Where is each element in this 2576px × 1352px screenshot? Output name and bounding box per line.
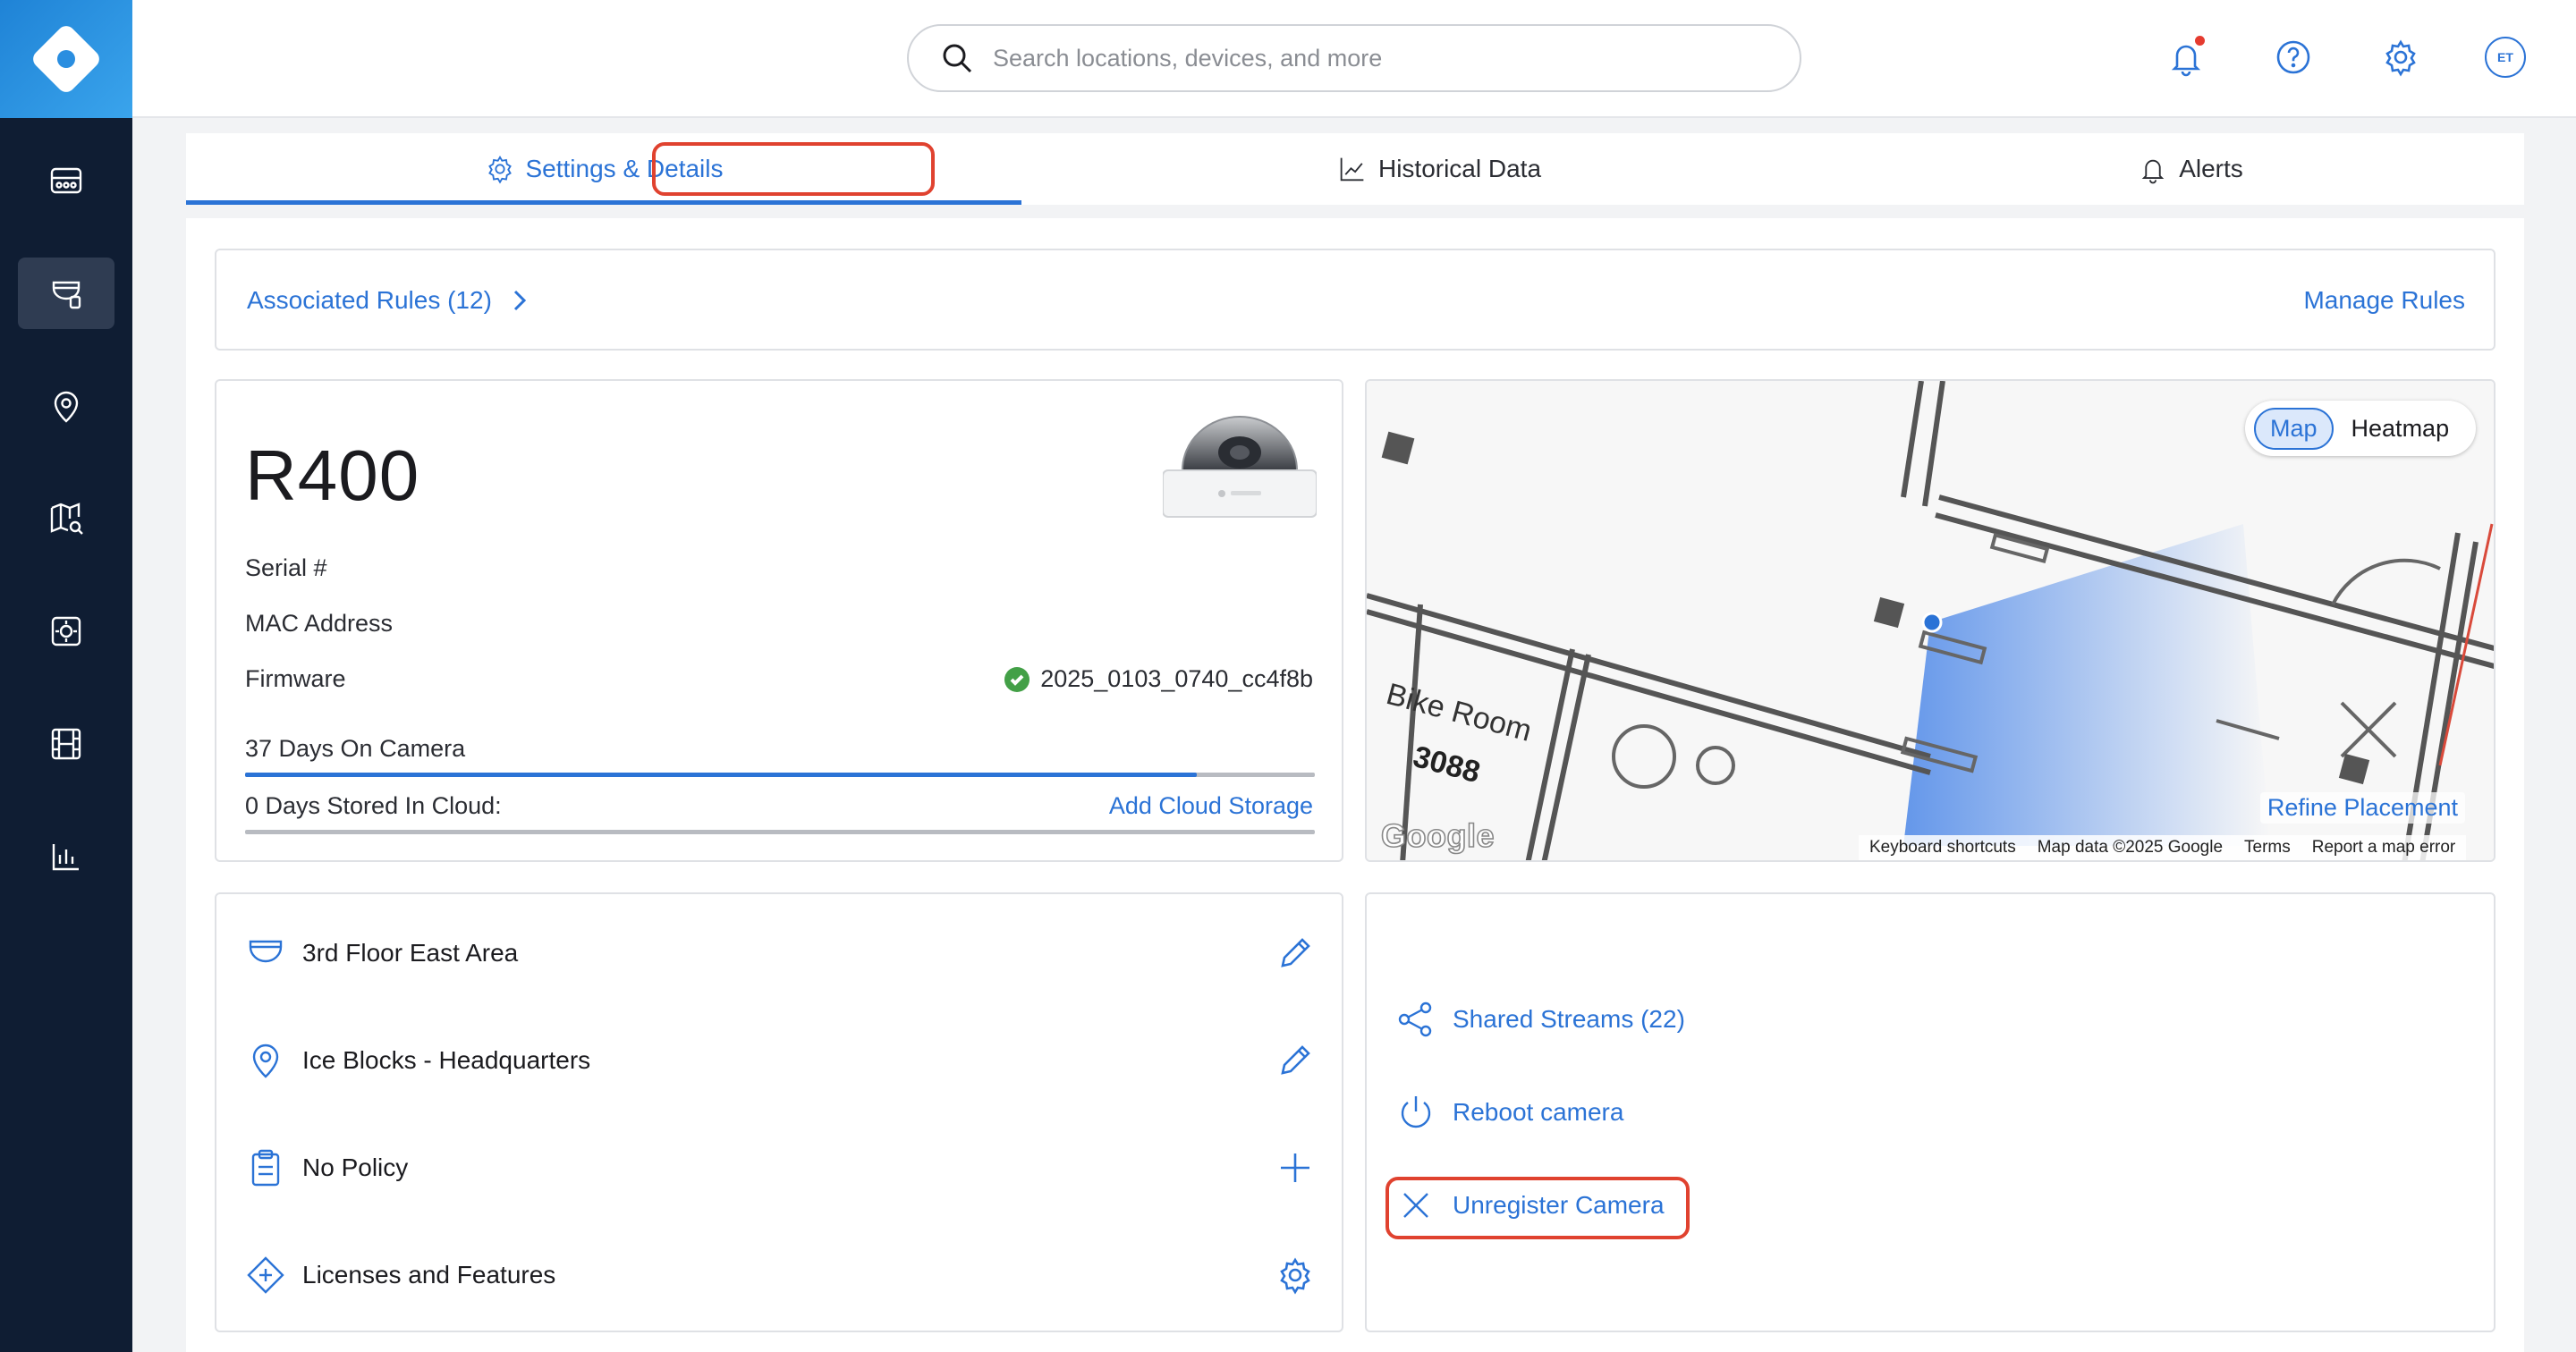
bar-chart-icon [52,844,79,871]
tab-historical-data[interactable]: Historical Data [1021,133,1857,205]
camera-icon [249,940,283,963]
device-info-card: R400 Serial # MAC Address Firmware 2025_… [215,379,1343,862]
rules-card: Associated Rules (12) Manage Rules [215,249,2496,351]
camera-image [1163,416,1317,518]
check-icon [1004,666,1030,692]
serial-label: Serial # [245,554,327,581]
power-icon [1401,1096,1431,1128]
sidebar-item-cameras[interactable] [18,258,114,329]
actions-card: Shared Streams (22) Reboot camera Unregi… [1365,892,2496,1332]
cloud-days-progress [245,830,1315,834]
line-chart-icon [1340,157,1364,182]
gear-icon [487,156,512,184]
days-on-camera-label: 37 Days On Camera [245,735,466,762]
avatar: ET [2485,37,2526,78]
location-pin-icon [252,1044,279,1078]
terms-link[interactable]: Terms [2244,838,2291,858]
firmware-value: 2025_0103_0740_cc4f8b [1004,665,1313,693]
policy-row: No Policy [245,1141,1315,1195]
days-on-camera-progress [245,773,1315,777]
reboot-camera-link[interactable]: Reboot camera [1395,1086,1623,1139]
search-icon [943,44,972,73]
main-panel: Associated Rules (12) Manage Rules R400 … [186,218,2524,1352]
clipboard-icon [251,1149,280,1187]
app-logo[interactable] [0,0,132,118]
active-tab-indicator [186,200,1021,205]
map-view-toggle: Map Heatmap [2245,401,2476,456]
search-bar[interactable] [907,24,1801,92]
heatmap-option[interactable]: Heatmap [2337,410,2464,448]
settings-button[interactable] [2377,34,2424,80]
firmware-version: 2025_0103_0740_cc4f8b [1040,665,1313,692]
notifications-button[interactable] [2163,34,2209,80]
sensor-icon [51,616,81,646]
map-search-icon [50,503,83,535]
location-pin-icon [54,391,79,423]
shared-streams-link[interactable]: Shared Streams (22) [1395,993,1685,1046]
licenses-row: Licenses and Features [245,1248,1315,1302]
cloud-days-label: 0 Days Stored In Cloud: [245,792,502,819]
top-header: ET [132,0,2576,118]
dashboard-icon [50,167,82,194]
sidebar-item-footage[interactable] [18,708,114,780]
sidebar-item-dashboard[interactable] [18,145,114,216]
logo-diamond-icon [29,21,104,97]
sidebar-item-locations[interactable] [18,370,114,442]
sidebar-item-analytics[interactable] [18,821,114,892]
associated-rules-label: Associated Rules (12) [247,286,492,314]
device-model: R400 [245,435,420,515]
mac-address-label: MAC Address [245,610,394,637]
site-name: Ice Blocks - Headquarters [302,1046,591,1074]
associated-rules-link[interactable]: Associated Rules (12) [247,286,533,315]
help-icon [2276,40,2310,74]
map-data-label: Map data ©2025 Google [2037,838,2224,857]
camera-icon [52,281,81,309]
refine-placement-link[interactable]: Refine Placement [2259,792,2465,824]
tab-label: Alerts [2179,155,2243,182]
keyboard-shortcuts-link[interactable]: Keyboard shortcuts [1869,838,2016,858]
area-name: 3rd Floor East Area [302,939,519,967]
floorplan-map[interactable]: Bike Room 3088 Map Heatmap Refine Placem… [1365,379,2496,862]
notification-dot [2195,36,2205,46]
tab-label: Historical Data [1377,155,1542,182]
site-row: Ice Blocks - Headquarters [245,1034,1315,1087]
edit-pencil-icon[interactable] [1275,1041,1315,1080]
firmware-label: Firmware [245,665,346,692]
user-avatar-button[interactable]: ET [2482,34,2529,80]
reboot-camera-label: Reboot camera [1453,1098,1624,1126]
gear-icon [2385,39,2416,77]
tab-highlight-annotation [652,142,935,196]
camera-marker[interactable] [1921,612,1943,633]
tab-alerts[interactable]: Alerts [1857,133,2524,205]
map-footer: Keyboard shortcuts Map data ©2025 Google… [1859,835,2467,860]
shared-streams-label: Shared Streams (22) [1453,1005,1685,1033]
policy-name: No Policy [302,1153,409,1181]
bell-icon [2141,159,2165,184]
map-option[interactable]: Map [2254,407,2334,450]
sidebar [0,0,132,1352]
help-button[interactable] [2270,34,2317,80]
license-diamond-icon [247,1256,284,1294]
tab-bar: Settings & Details Historical Data Alert… [186,133,2524,205]
chevron-right-icon [513,290,527,311]
google-logo: Google [1380,816,1495,855]
area-row: 3rd Floor East Area [245,926,1315,980]
search-input[interactable] [993,44,1762,72]
sidebar-item-sensors[interactable] [18,596,114,667]
unregister-highlight-annotation [1385,1177,1690,1239]
film-icon [51,728,81,760]
report-map-error-link[interactable]: Report a map error [2312,838,2456,858]
location-card: 3rd Floor East Area Ice Blocks - Headqua… [215,892,1343,1332]
add-plus-icon[interactable] [1275,1148,1315,1187]
manage-rules-link[interactable]: Manage Rules [2303,286,2465,315]
share-icon [1398,1001,1432,1037]
add-cloud-storage-link[interactable]: Add Cloud Storage [1109,792,1313,820]
gear-icon[interactable] [1275,1255,1315,1295]
edit-pencil-icon[interactable] [1275,934,1315,973]
sidebar-item-map-search[interactable] [18,483,114,554]
days-on-camera-progress-fill [245,773,1198,777]
licenses-label: Licenses and Features [302,1261,556,1289]
